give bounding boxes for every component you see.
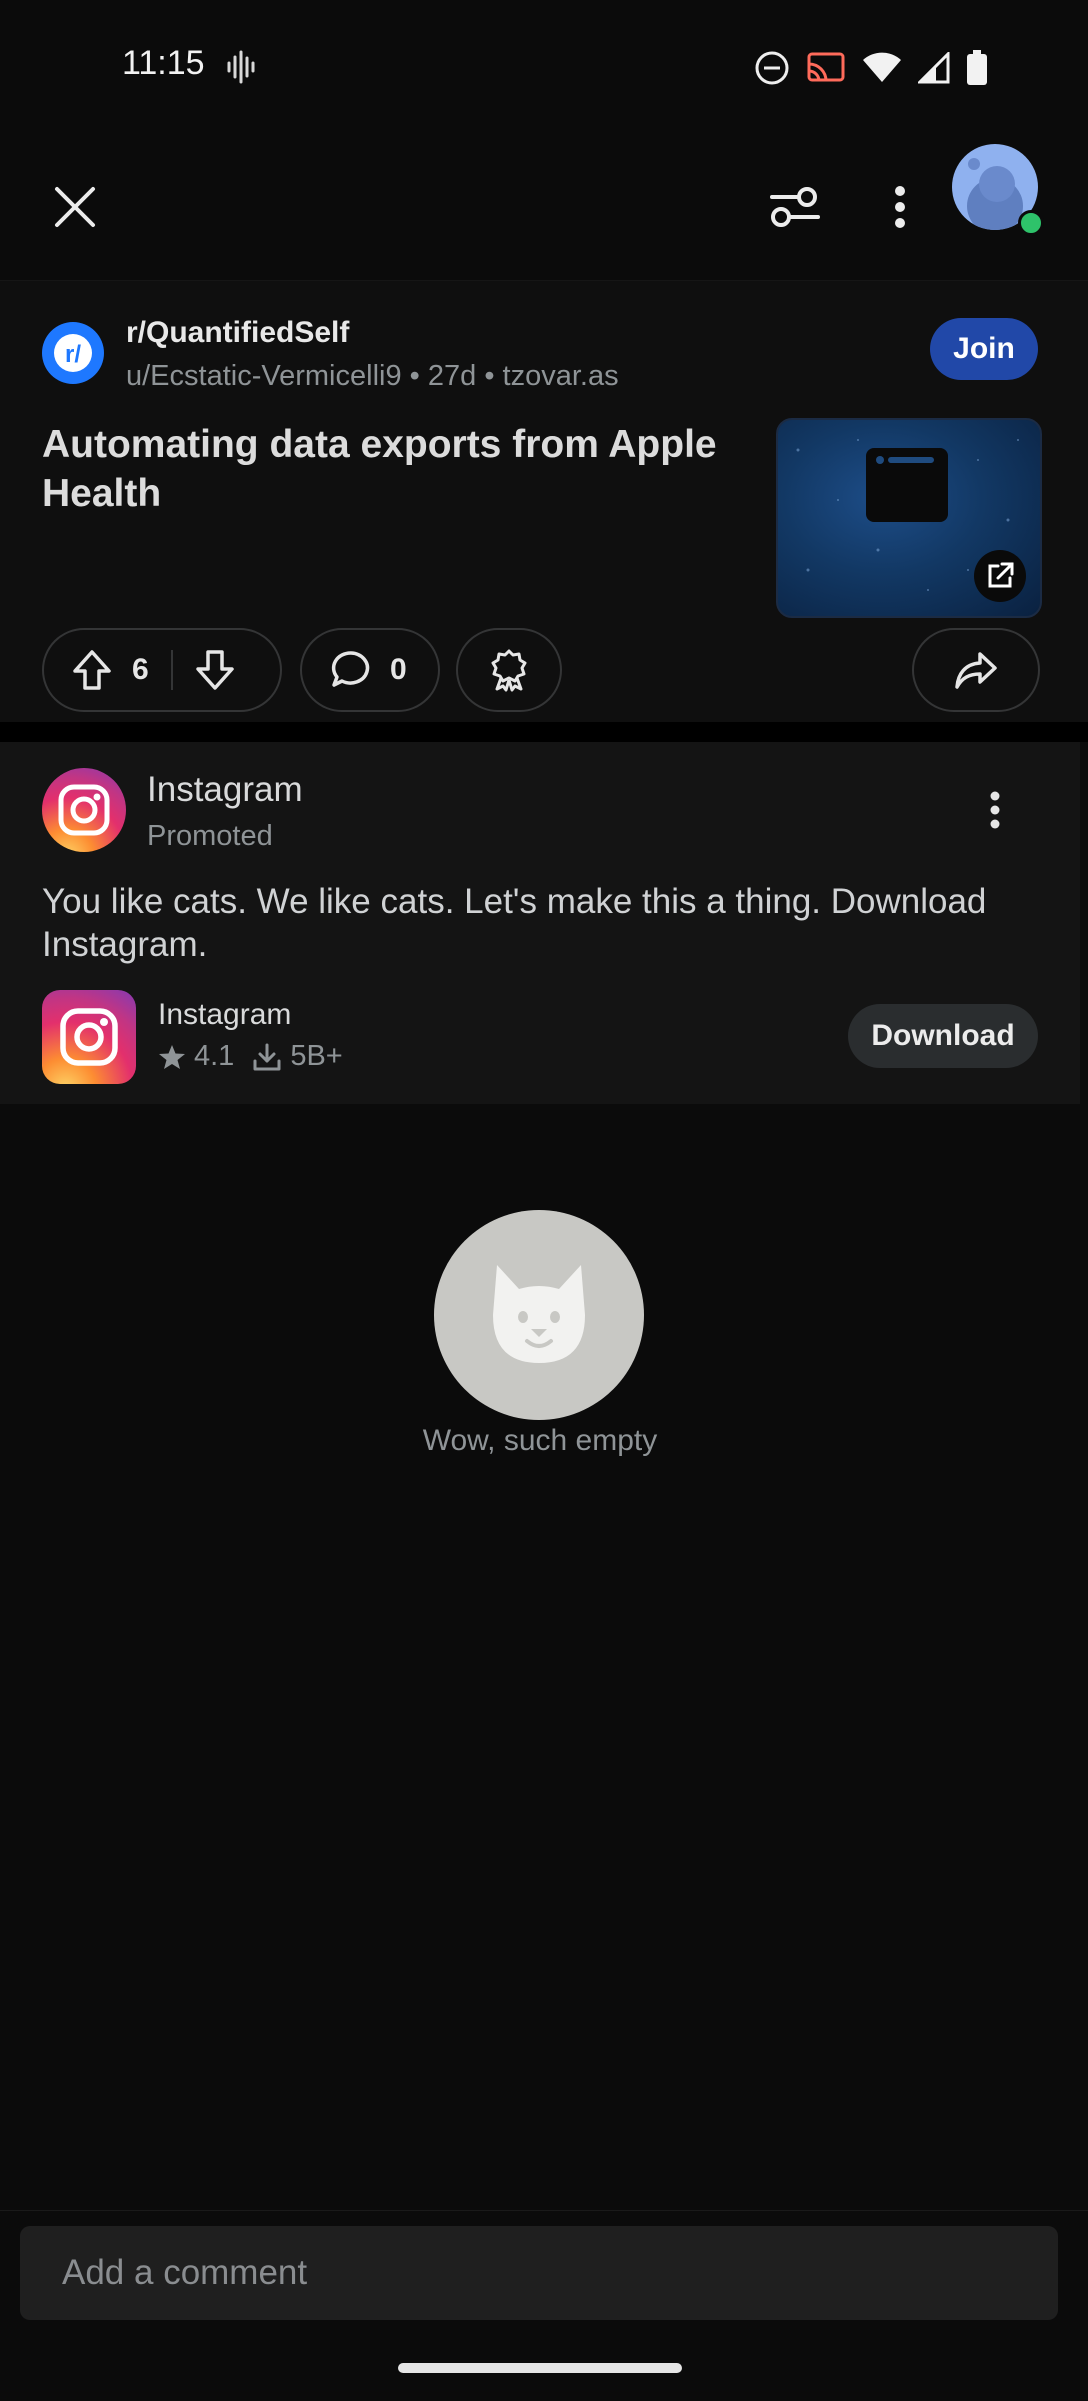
post-meta: u/Ecstatic-Vermicelli9 • 27d • tzovar.as: [126, 360, 619, 392]
downvote-icon[interactable]: [195, 649, 235, 691]
upvote-count: 6: [132, 653, 149, 686]
status-icons: [754, 50, 988, 86]
status-time: 11:15: [122, 44, 205, 82]
empty-state-cat-icon: [434, 1210, 644, 1420]
external-link-icon: [974, 550, 1026, 602]
empty-state-text: Wow, such empty: [422, 1424, 658, 1457]
app-rating: 4.1: [194, 1040, 235, 1072]
subreddit-name[interactable]: r/QuantifiedSelf: [126, 316, 349, 350]
award-icon: [487, 648, 531, 692]
upvote-icon[interactable]: [72, 649, 112, 691]
advertiser-name[interactable]: Instagram: [147, 770, 303, 810]
share-button[interactable]: [912, 628, 1040, 712]
more-vert-icon[interactable]: [870, 172, 930, 242]
battery-icon: [966, 50, 988, 86]
signal-icon: [918, 52, 950, 84]
post-author[interactable]: u/Ecstatic-Vermicelli9: [126, 360, 402, 392]
instagram-logo-icon[interactable]: [42, 768, 126, 852]
app-name: Instagram: [158, 998, 292, 1031]
top-bar: [0, 144, 1088, 280]
app-downloads: 5B+: [290, 1040, 343, 1072]
dnd-icon: [754, 50, 790, 86]
star-icon: [158, 1044, 186, 1070]
promoted-label: Promoted: [147, 820, 273, 852]
award-button[interactable]: [456, 628, 562, 712]
online-indicator: [1018, 210, 1044, 236]
post-title[interactable]: Automating data exports from Apple Healt…: [42, 420, 742, 518]
comment-input[interactable]: Add a comment: [20, 2226, 1058, 2320]
comment-icon: [330, 649, 372, 691]
comment-button[interactable]: 0: [300, 628, 440, 712]
app-icon[interactable]: [42, 990, 136, 1084]
download-count-icon: [252, 1042, 282, 1072]
comment-count: 0: [390, 653, 407, 686]
ad-more-icon[interactable]: [980, 786, 1010, 834]
ad-text: You like cats. We like cats. Let's make …: [42, 882, 987, 964]
vote-divider: [170, 650, 173, 690]
filter-icon[interactable]: [760, 172, 830, 242]
thumbnail-window-graphic: [866, 448, 948, 522]
post-domain[interactable]: tzovar.as: [503, 360, 619, 392]
cast-icon: [806, 51, 846, 85]
share-icon: [954, 650, 998, 690]
app-stats: 4.1 5B+: [158, 1040, 343, 1073]
subreddit-avatar[interactable]: r/: [42, 322, 104, 384]
vote-pill: 6: [42, 628, 282, 712]
post-thumbnail[interactable]: [776, 418, 1042, 618]
post-age: 27d: [427, 360, 477, 392]
svg-text:r/: r/: [65, 341, 81, 368]
download-button[interactable]: Download: [848, 1004, 1038, 1068]
home-indicator[interactable]: [398, 2363, 682, 2373]
voice-icon: [226, 50, 256, 84]
join-button[interactable]: Join: [930, 318, 1038, 380]
wifi-icon: [862, 52, 902, 84]
feed-separator: [0, 722, 1088, 742]
close-icon[interactable]: [40, 172, 110, 242]
